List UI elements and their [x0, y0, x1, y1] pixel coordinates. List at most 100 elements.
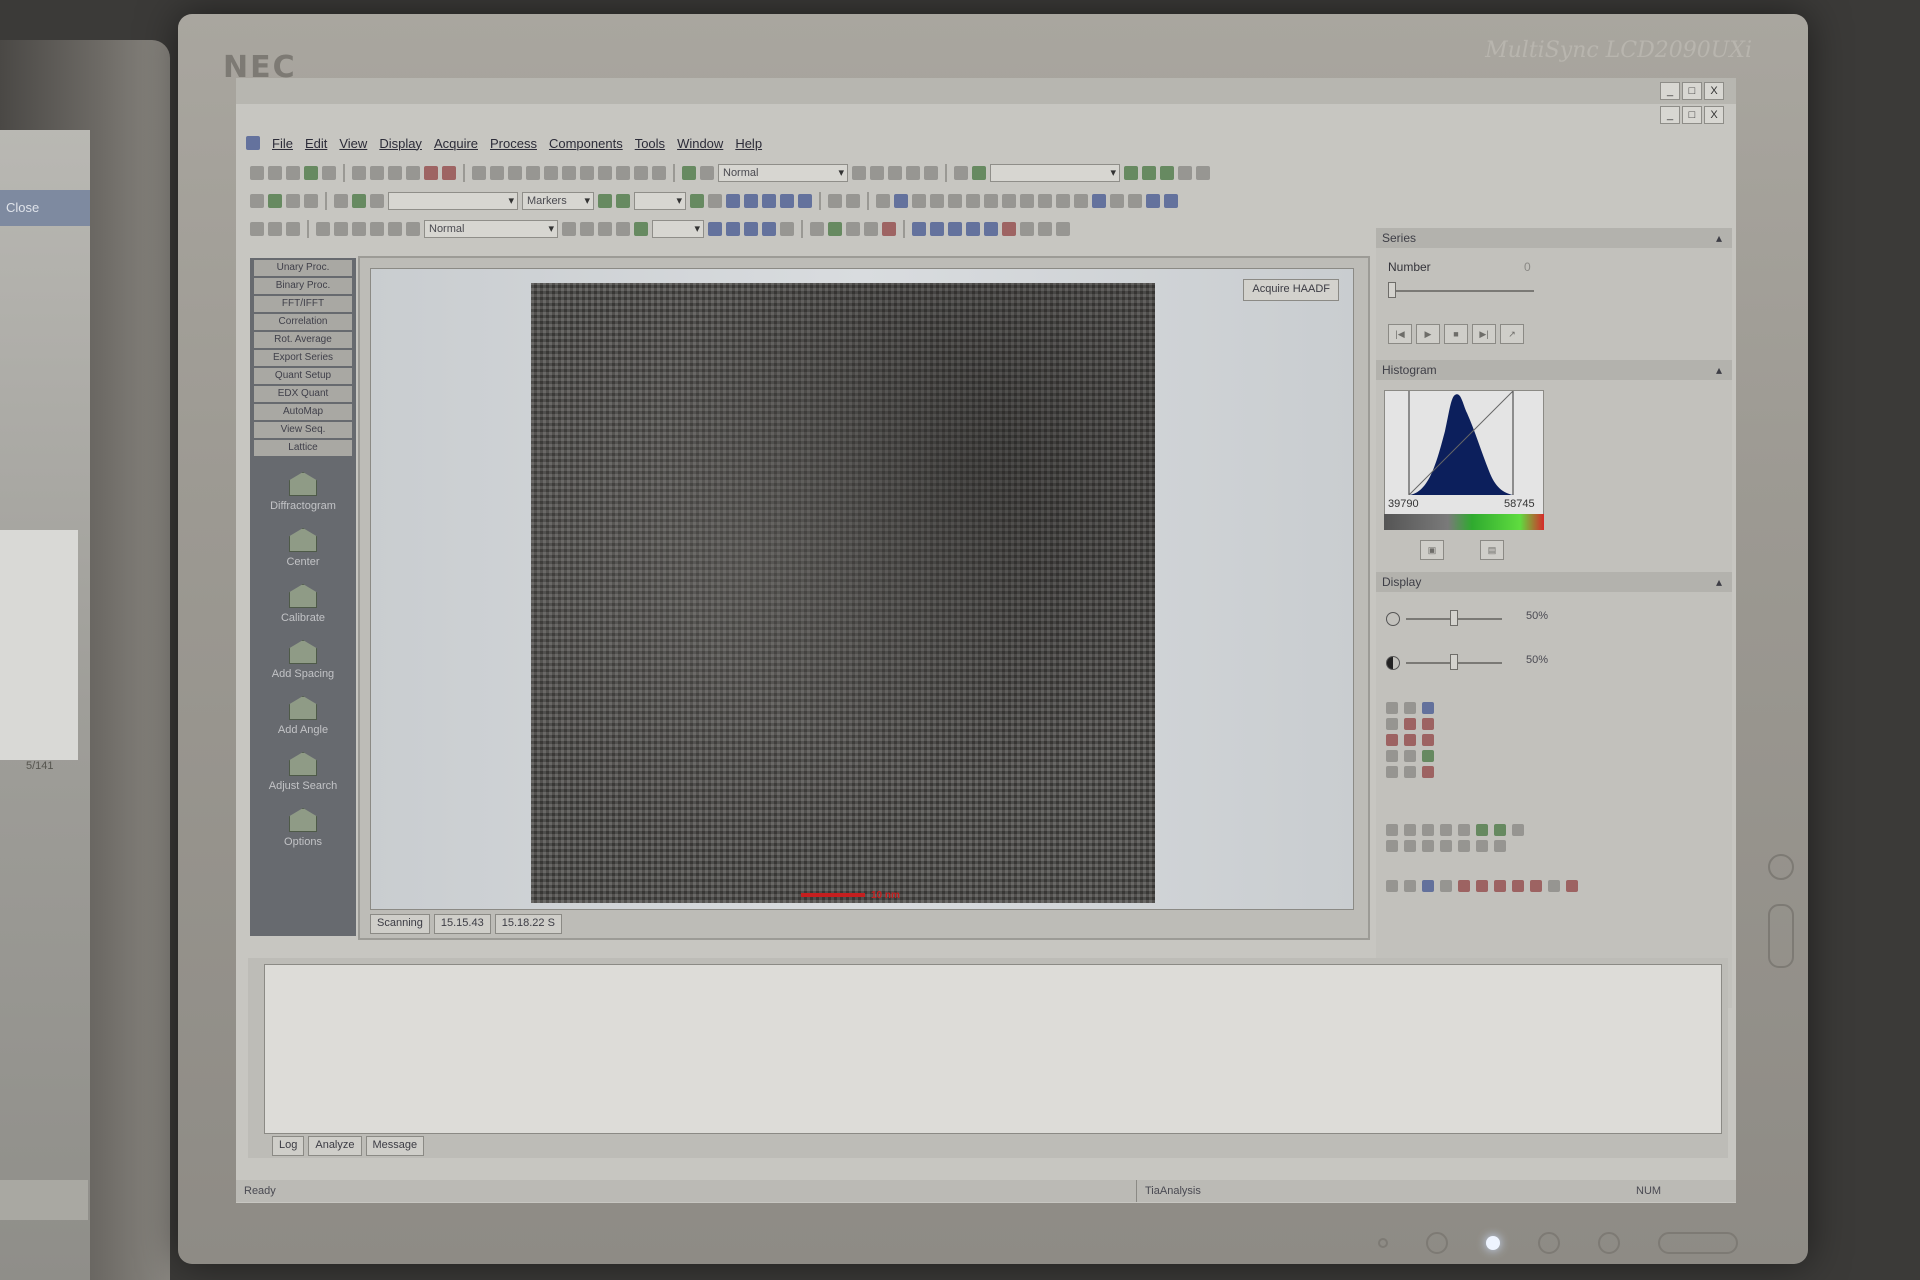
- text-icon[interactable]: [1386, 750, 1398, 762]
- marker-icon[interactable]: [634, 222, 648, 236]
- acquire-haadf-button[interactable]: Acquire HAADF: [1243, 279, 1339, 301]
- func-edx-quant[interactable]: EDX Quant: [254, 386, 352, 402]
- eraser-icon[interactable]: [882, 222, 896, 236]
- tool-center[interactable]: Center: [250, 528, 356, 568]
- open-file-icon[interactable]: [250, 222, 264, 236]
- text-icon[interactable]: [1548, 880, 1560, 892]
- l-marker-icon[interactable]: [744, 194, 758, 208]
- histogram-settings-button[interactable]: ▤: [1480, 540, 1504, 560]
- func-binary-proc[interactable]: Binary Proc.: [254, 278, 352, 294]
- tool-diffractogram[interactable]: Diffractogram: [250, 472, 356, 512]
- m-marker-icon[interactable]: [762, 194, 776, 208]
- doc-close-button[interactable]: X: [1704, 106, 1724, 124]
- menu-display[interactable]: Display: [379, 136, 422, 151]
- close-icon[interactable]: [406, 222, 420, 236]
- window-icon[interactable]: [562, 166, 576, 180]
- marker-icon[interactable]: [304, 194, 318, 208]
- delete-icon[interactable]: [424, 166, 438, 180]
- series-section-title[interactable]: Series: [1376, 228, 1732, 248]
- monitor-button-select[interactable]: [1538, 1232, 1560, 1254]
- spectrum-icon[interactable]: [1056, 222, 1070, 236]
- align-icon[interactable]: [544, 166, 558, 180]
- tool-icon[interactable]: [1494, 824, 1506, 836]
- plot-icon[interactable]: [1128, 194, 1142, 208]
- brightness-slider[interactable]: [1450, 610, 1458, 626]
- grid-icon[interactable]: [526, 166, 540, 180]
- func-fft[interactable]: FFT/IFFT: [254, 296, 352, 312]
- spectrum-icon[interactable]: [912, 194, 926, 208]
- log-icon[interactable]: [1092, 194, 1106, 208]
- func-automap[interactable]: AutoMap: [254, 404, 352, 420]
- size-select[interactable]: [652, 220, 704, 238]
- menu-components[interactable]: Components: [549, 136, 623, 151]
- paste-icon[interactable]: [370, 222, 384, 236]
- play-button[interactable]: ▶: [1416, 324, 1440, 344]
- hand-icon[interactable]: [1404, 880, 1416, 892]
- menu-window[interactable]: Window: [677, 136, 723, 151]
- mode-select-2[interactable]: Normal: [424, 220, 558, 238]
- marker-icon[interactable]: [690, 194, 704, 208]
- measure-icon[interactable]: [828, 222, 842, 236]
- close-button[interactable]: X: [1704, 82, 1724, 100]
- crosshair-icon[interactable]: [1476, 880, 1488, 892]
- delete-annotation-icon[interactable]: [1566, 880, 1578, 892]
- line-icon[interactable]: [1494, 880, 1506, 892]
- app-icon[interactable]: [246, 136, 260, 150]
- l-marker-icon[interactable]: [726, 222, 740, 236]
- doc-restore-button[interactable]: □: [1682, 106, 1702, 124]
- stage-icon[interactable]: [924, 166, 938, 180]
- menu-help[interactable]: Help: [735, 136, 762, 151]
- plot-icon[interactable]: [1178, 166, 1192, 180]
- display-select[interactable]: [388, 192, 518, 210]
- spectrum-icon[interactable]: [948, 194, 962, 208]
- layout-icon[interactable]: [490, 166, 504, 180]
- tab-scanning[interactable]: Scanning: [370, 914, 430, 934]
- func-quant-setup[interactable]: Quant Setup: [254, 368, 352, 384]
- menu-file[interactable]: File: [272, 136, 293, 151]
- measure-icon[interactable]: [828, 194, 842, 208]
- crosshair-icon[interactable]: [1422, 718, 1434, 730]
- minimize-button[interactable]: _: [1660, 82, 1680, 100]
- zoom-icon[interactable]: [1422, 880, 1434, 892]
- measure-icon[interactable]: [1422, 750, 1434, 762]
- o-marker-icon[interactable]: [798, 194, 812, 208]
- divide-icon[interactable]: [1074, 194, 1088, 208]
- contrast-slider[interactable]: [1450, 654, 1458, 670]
- hand-icon[interactable]: [1404, 702, 1416, 714]
- pointer-icon[interactable]: [1386, 880, 1398, 892]
- tab-image-2[interactable]: 15.18.22 S: [494, 914, 562, 934]
- tool-icon[interactable]: [1476, 824, 1488, 836]
- tile-icon[interactable]: [634, 166, 648, 180]
- haadf-image[interactable]: 10 nm: [531, 283, 1155, 903]
- minus-icon[interactable]: [1038, 194, 1052, 208]
- layout-icon[interactable]: [1494, 840, 1506, 852]
- cascade-icon[interactable]: [652, 166, 666, 180]
- measure-icon[interactable]: [1404, 750, 1416, 762]
- profile-icon[interactable]: [1386, 766, 1398, 778]
- func-rot-average[interactable]: Rot. Average: [254, 332, 352, 348]
- o-marker-icon[interactable]: [780, 222, 794, 236]
- spectrum-icon[interactable]: [876, 194, 890, 208]
- paste-icon[interactable]: [352, 222, 366, 236]
- window-icon[interactable]: [598, 166, 612, 180]
- tile-icon[interactable]: [616, 166, 630, 180]
- ellipse-icon[interactable]: [1422, 734, 1434, 746]
- open-file-icon[interactable]: [268, 166, 282, 180]
- print-icon[interactable]: [322, 166, 336, 180]
- acquire-icon[interactable]: [682, 166, 696, 180]
- print-icon[interactable]: [1512, 824, 1524, 836]
- first-frame-button[interactable]: |◀: [1388, 324, 1412, 344]
- plot-icon[interactable]: [1142, 166, 1156, 180]
- marker-icon[interactable]: [250, 194, 264, 208]
- ellipse-icon[interactable]: [1530, 880, 1542, 892]
- stage-icon[interactable]: [906, 166, 920, 180]
- view-icon[interactable]: [580, 222, 594, 236]
- histogram-section-title[interactable]: Histogram: [1376, 360, 1732, 380]
- spectrum-icon[interactable]: [984, 222, 998, 236]
- marker-icon[interactable]: [370, 194, 384, 208]
- cut-icon[interactable]: [352, 166, 366, 180]
- markers-select[interactable]: Markers: [522, 192, 594, 210]
- menu-edit[interactable]: Edit: [305, 136, 327, 151]
- save-icon[interactable]: [286, 166, 300, 180]
- m-marker-icon[interactable]: [744, 222, 758, 236]
